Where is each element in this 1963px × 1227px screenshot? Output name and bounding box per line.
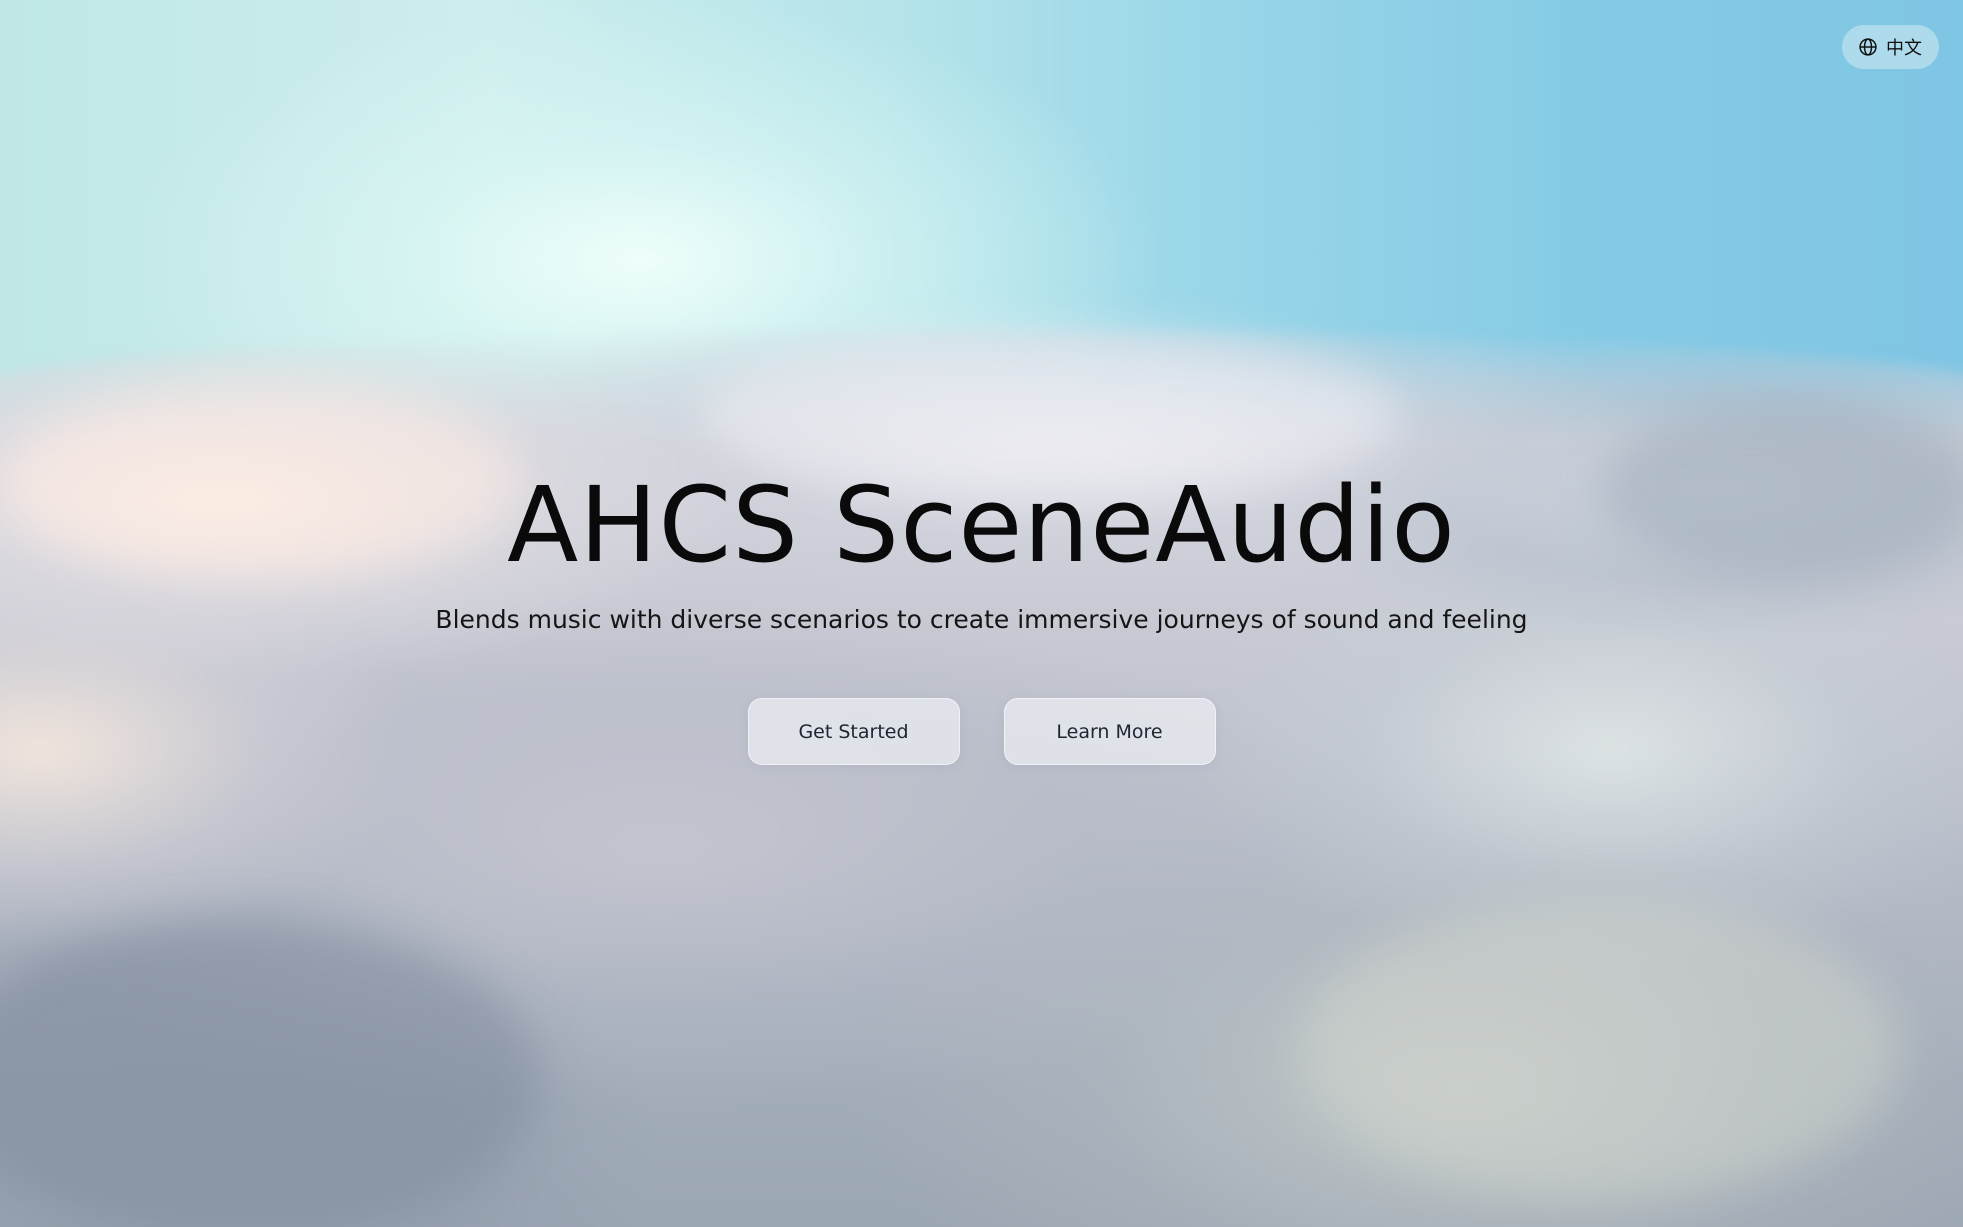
globe-icon — [1858, 37, 1878, 57]
hero-section: AHCS SceneAudio Blends music with divers… — [0, 460, 1963, 765]
language-label: 中文 — [1886, 38, 1922, 59]
hero-actions: Get Started Learn More — [0, 698, 1963, 765]
page-subtitle: Blends music with diverse scenarios to c… — [435, 605, 1528, 634]
landing-page: 中文 AHCS SceneAudio Blends music with div… — [0, 0, 1963, 1227]
language-switch-button[interactable]: 中文 — [1842, 25, 1939, 69]
get-started-button[interactable]: Get Started — [747, 698, 960, 765]
cloud-puff-bottom-right — [1300, 900, 1900, 1200]
learn-more-button[interactable]: Learn More — [1003, 698, 1216, 765]
page-title: AHCS SceneAudio — [507, 464, 1456, 586]
